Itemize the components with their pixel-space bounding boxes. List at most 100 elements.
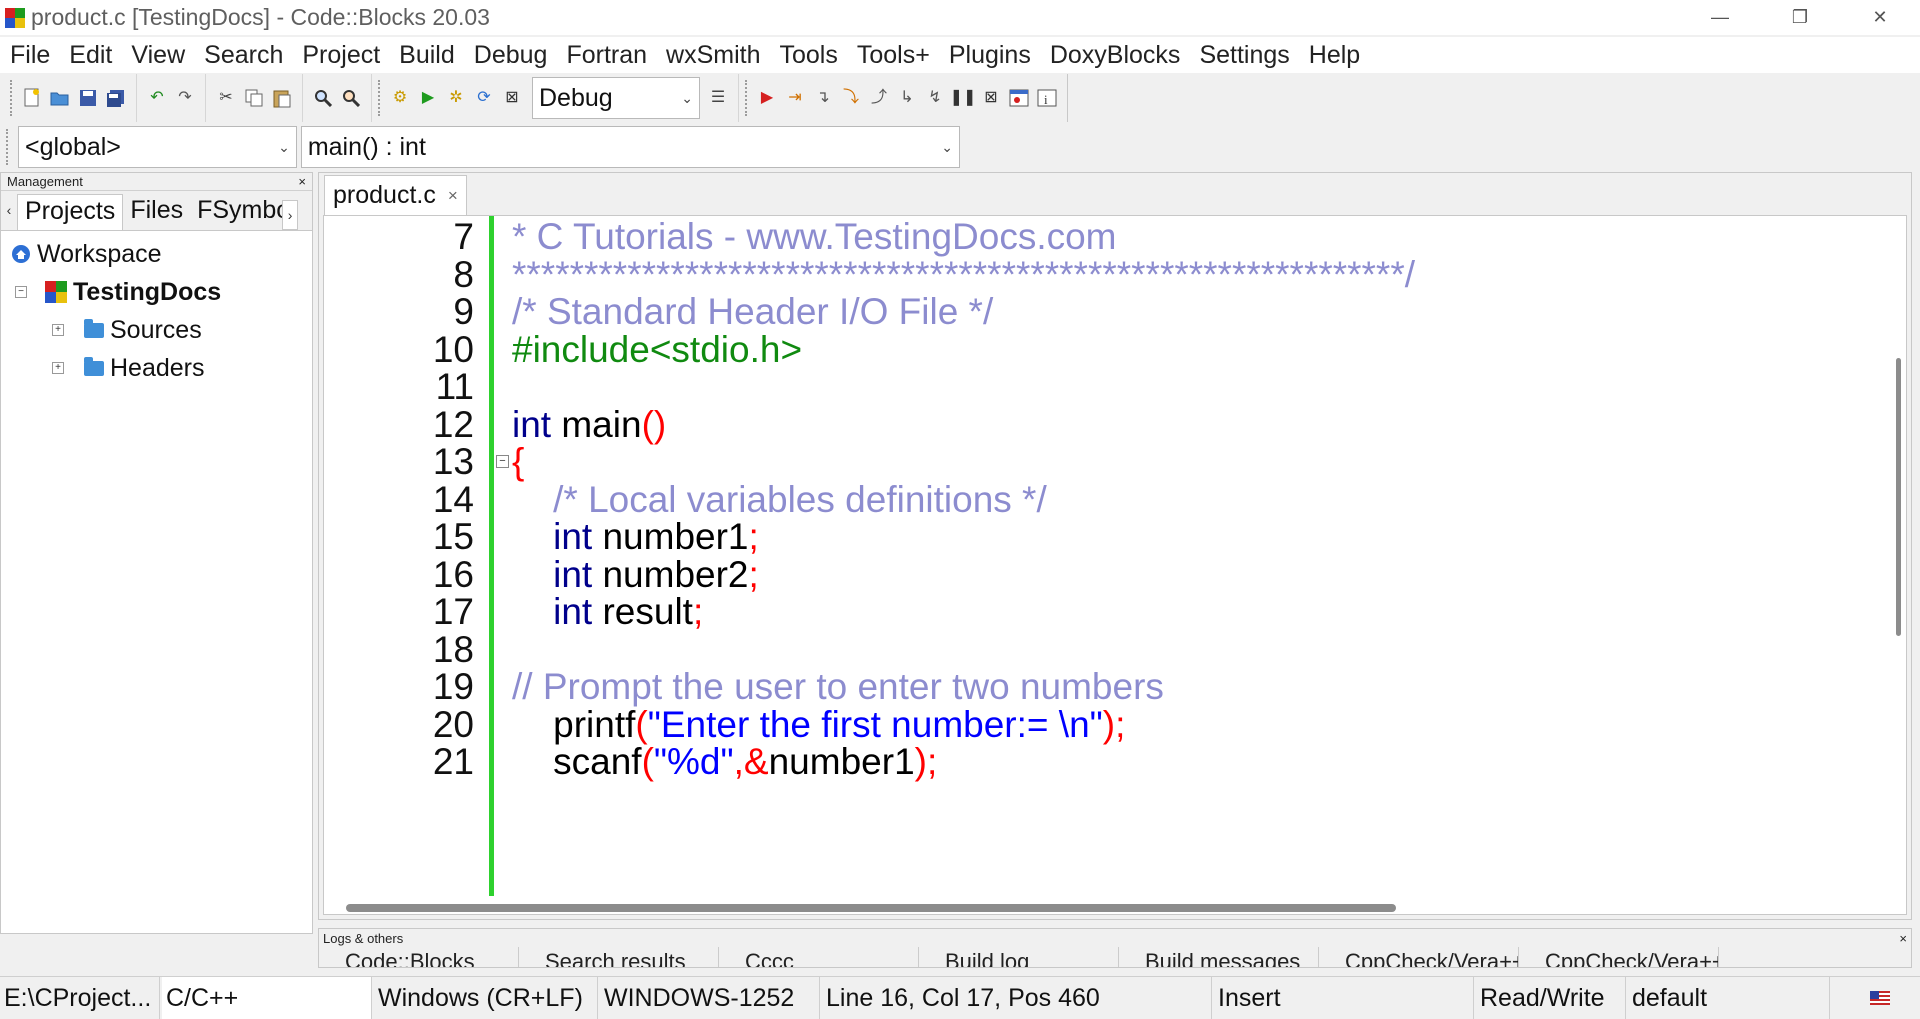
- close-management-icon[interactable]: ×: [298, 174, 306, 189]
- pause-icon[interactable]: ❚❚: [951, 86, 975, 110]
- expand-icon[interactable]: +: [52, 362, 64, 374]
- menu-help[interactable]: Help: [1309, 41, 1360, 70]
- tab-projects[interactable]: Projects: [17, 194, 123, 230]
- window-title: product.c [TestingDocs] - Code::Blocks 2…: [31, 4, 490, 31]
- find-icon[interactable]: [311, 86, 335, 110]
- status-profile: default: [1628, 977, 1830, 1019]
- cut-icon[interactable]: ✂: [214, 86, 238, 110]
- project-label: TestingDocs: [73, 278, 221, 307]
- tab-files[interactable]: Files: [123, 194, 190, 230]
- debug-info-icon[interactable]: i: [1035, 86, 1059, 110]
- function-value: main() : int: [308, 133, 426, 162]
- logs-tab[interactable]: Search results: [519, 947, 719, 967]
- logs-tab[interactable]: Build messages: [1119, 947, 1319, 967]
- codeblocks-app-icon: [5, 8, 25, 28]
- minimize-button[interactable]: —: [1680, 0, 1760, 35]
- redo-icon[interactable]: ↷: [173, 86, 197, 110]
- menu-file[interactable]: File: [10, 41, 50, 70]
- logs-tab[interactable]: Build log: [919, 947, 1119, 967]
- build-and-run-icon[interactable]: ✲: [444, 86, 468, 110]
- save-all-icon[interactable]: [104, 86, 128, 110]
- step-into-instruction-icon[interactable]: ↯: [923, 86, 947, 110]
- debug-windows-icon[interactable]: [1007, 86, 1031, 110]
- menu-build[interactable]: Build: [399, 41, 455, 70]
- scope-value: <global>: [25, 133, 121, 162]
- editor-tab-product-c[interactable]: product.c ×: [324, 175, 467, 215]
- search-toolbar: [303, 74, 372, 122]
- open-file-icon[interactable]: [48, 86, 72, 110]
- scope-select[interactable]: <global> ⌄: [18, 126, 297, 168]
- new-file-icon[interactable]: [20, 86, 44, 110]
- paste-icon[interactable]: [270, 86, 294, 110]
- project-icon: [45, 281, 67, 303]
- line-number: 21: [324, 739, 474, 785]
- next-instruction-icon[interactable]: ↳: [895, 86, 919, 110]
- stop-debugger-icon[interactable]: ⊠: [979, 86, 1003, 110]
- vertical-scrollbar[interactable]: [1896, 358, 1901, 636]
- editor-panel: product.c × 7* C Tutorials - www.Testing…: [318, 172, 1912, 920]
- collapse-icon[interactable]: −: [15, 286, 27, 298]
- toolbar-grip[interactable]: [378, 80, 382, 116]
- next-line-icon[interactable]: ↴: [811, 86, 835, 110]
- logs-tab[interactable]: Code::Blocks: [319, 947, 519, 967]
- menu-search[interactable]: Search: [204, 41, 283, 70]
- logs-title: Logs & others: [323, 931, 403, 946]
- status-line-endings: Windows (CR+LF): [374, 977, 598, 1019]
- tree-item-sources[interactable]: + Sources: [1, 311, 312, 349]
- step-into-icon[interactable]: ⤵: [839, 86, 863, 110]
- horizontal-scrollbar[interactable]: [346, 904, 1396, 912]
- menu-project[interactable]: Project: [302, 41, 380, 70]
- maximize-button[interactable]: ❐: [1760, 0, 1840, 35]
- step-out-icon[interactable]: ⤴: [867, 86, 891, 110]
- logs-tab[interactable]: Cccc: [719, 947, 919, 967]
- target-options-icon[interactable]: ☰: [706, 86, 730, 110]
- tree-item-project[interactable]: − TestingDocs: [1, 273, 312, 311]
- copy-icon[interactable]: [242, 86, 266, 110]
- toolbar-grip[interactable]: [745, 80, 749, 116]
- tab-fsymbols[interactable]: FSymbo: [190, 194, 282, 230]
- abort-icon[interactable]: ⊠: [500, 86, 524, 110]
- tree-item-workspace[interactable]: Workspace: [1, 235, 312, 273]
- run-icon[interactable]: ▶: [416, 86, 440, 110]
- undo-icon[interactable]: ↶: [145, 86, 169, 110]
- svg-text:i: i: [1044, 92, 1048, 107]
- function-select[interactable]: main() : int ⌄: [301, 126, 960, 168]
- tab-scroll-left-icon[interactable]: ‹: [1, 202, 17, 230]
- close-tab-icon[interactable]: ×: [448, 186, 458, 206]
- toolbar-grip[interactable]: [10, 80, 14, 116]
- menu-doxyblocks[interactable]: DoxyBlocks: [1050, 41, 1181, 70]
- headers-label: Headers: [110, 354, 205, 383]
- menu-wxsmith[interactable]: wxSmith: [666, 41, 760, 70]
- logs-tab[interactable]: CppCheck/Vera++ messages: [1519, 947, 1719, 967]
- save-icon[interactable]: [76, 86, 100, 110]
- menu-tools[interactable]: Tools+: [857, 41, 930, 70]
- tab-files-label: Files: [130, 196, 183, 225]
- toolbar-grip[interactable]: [6, 129, 10, 165]
- fold-marker-icon[interactable]: −: [496, 455, 509, 468]
- edit-toolbar: ↶ ↷: [137, 74, 206, 122]
- build-target-select[interactable]: Debug ⌄: [532, 77, 700, 119]
- replace-icon[interactable]: [339, 86, 363, 110]
- rebuild-icon[interactable]: ⟳: [472, 86, 496, 110]
- token-operator: ,&: [734, 741, 769, 782]
- close-button[interactable]: ✕: [1840, 0, 1920, 35]
- token-string: "%d": [654, 741, 734, 782]
- menu-debug[interactable]: Debug: [474, 41, 548, 70]
- logs-tab[interactable]: CppCheck/Vera++: [1319, 947, 1519, 967]
- run-to-cursor-icon[interactable]: ⇥: [783, 86, 807, 110]
- menu-edit[interactable]: Edit: [69, 41, 112, 70]
- tab-scroll-right-icon[interactable]: ›: [282, 200, 298, 230]
- tree-item-headers[interactable]: + Headers: [1, 349, 312, 387]
- debug-continue-icon[interactable]: ▶: [755, 86, 779, 110]
- close-logs-icon[interactable]: ×: [1899, 931, 1907, 946]
- expand-icon[interactable]: +: [52, 324, 64, 336]
- menu-settings[interactable]: Settings: [1199, 41, 1289, 70]
- menu-tools[interactable]: Tools: [780, 41, 838, 70]
- menu-view[interactable]: View: [131, 41, 185, 70]
- menu-fortran[interactable]: Fortran: [566, 41, 647, 70]
- editor-tab-label: product.c: [333, 181, 436, 210]
- build-gear-icon[interactable]: ⚙: [388, 86, 412, 110]
- code-line[interactable]: 21 scanf("%d",&number1);: [324, 739, 1884, 785]
- code-editor[interactable]: 7* C Tutorials - www.TestingDocs.com8***…: [323, 215, 1907, 915]
- menu-plugins[interactable]: Plugins: [949, 41, 1031, 70]
